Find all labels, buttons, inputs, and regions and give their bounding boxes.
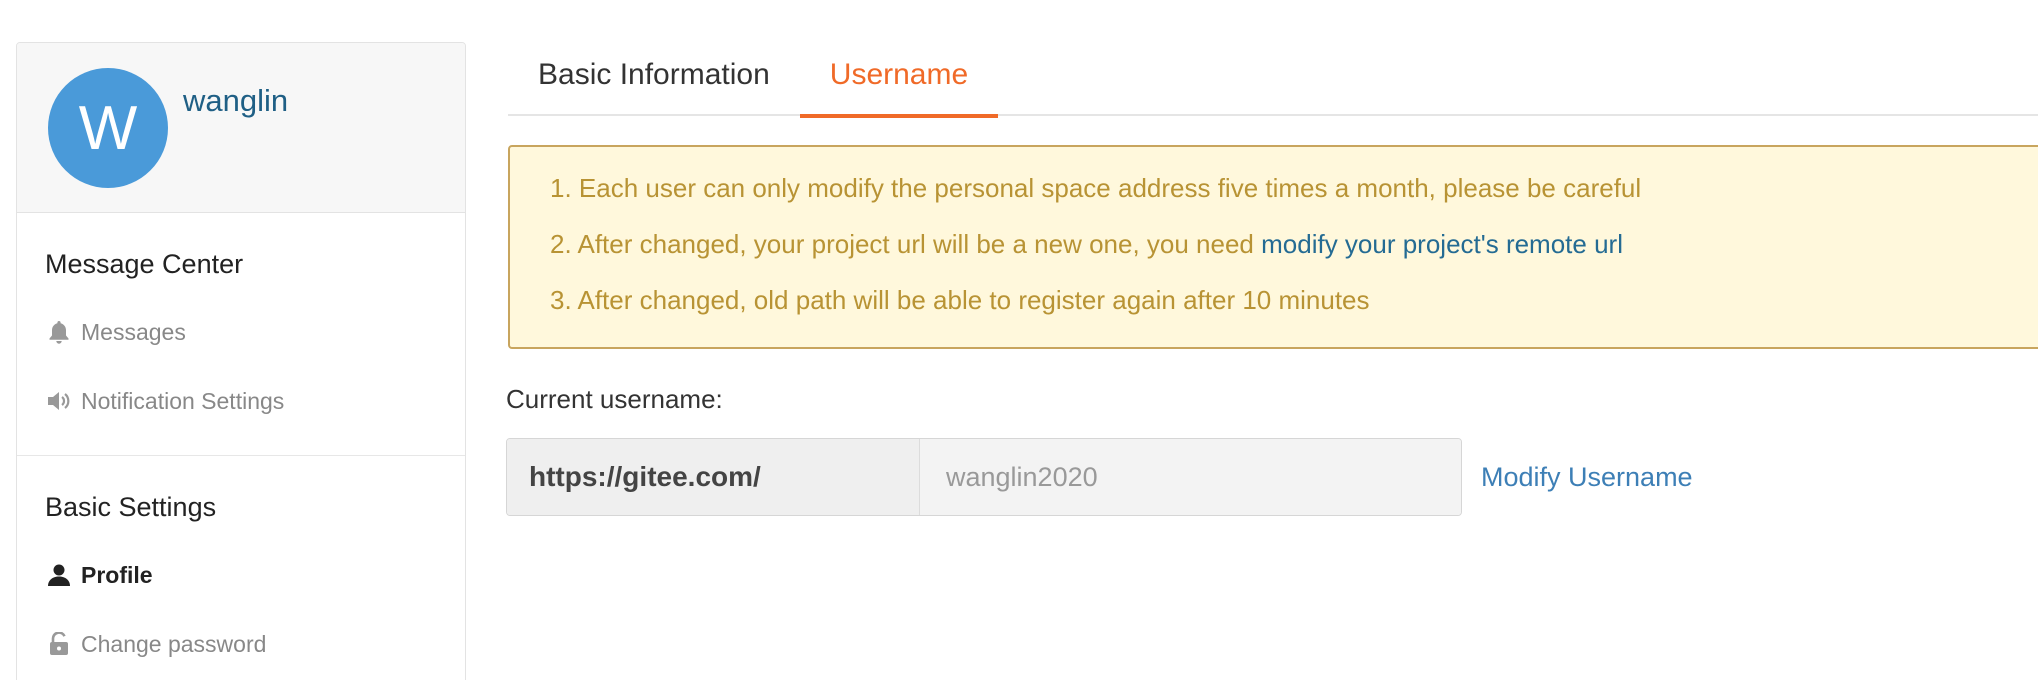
user-name-link[interactable]: wanglin	[183, 83, 288, 119]
speaker-icon	[45, 387, 73, 415]
url-prefix: https://gitee.com/	[507, 439, 919, 515]
basic-settings-section: Basic Settings Profile Change password	[17, 456, 465, 666]
sidebar-item-change-password[interactable]: Change password	[45, 622, 465, 666]
section-title-message-center: Message Center	[45, 248, 244, 279]
message-center-section: Message Center Messages Notification Set…	[17, 213, 465, 423]
user-icon	[45, 561, 73, 589]
sidebar-item-label: Messages	[81, 318, 186, 345]
username-input[interactable]	[919, 439, 1461, 515]
sidebar-item-label: Notification Settings	[81, 387, 285, 414]
sidebar-item-messages[interactable]: Messages	[45, 310, 465, 354]
avatar[interactable]: W	[48, 68, 168, 188]
notice-line-1: 1. Each user can only modify the persona…	[550, 173, 1642, 203]
username-input-group: https://gitee.com/	[506, 438, 1462, 516]
sidebar: W wanglin Message Center Messages Notifi…	[16, 42, 466, 680]
settings-tabs: Basic Information Username	[508, 40, 2038, 118]
sidebar-item-label: Change password	[81, 630, 267, 657]
sidebar-item-notification-settings[interactable]: Notification Settings	[45, 379, 465, 423]
sidebar-item-profile[interactable]: Profile	[45, 553, 465, 597]
current-username-label: Current username:	[506, 384, 723, 414]
notice-line-2-text: 2. After changed, your project url will …	[550, 229, 1262, 259]
tab-basic-information[interactable]: Basic Information	[508, 40, 800, 116]
modify-username-button[interactable]: Modify Username	[1481, 462, 1693, 493]
warning-notice: 1. Each user can only modify the persona…	[508, 145, 2038, 349]
remote-url-help-link[interactable]: modify your project's remote url	[1261, 229, 1623, 259]
bell-icon	[45, 318, 73, 346]
tab-username[interactable]: Username	[799, 40, 999, 118]
section-title-basic-settings: Basic Settings	[45, 491, 217, 522]
sidebar-item-label: Profile	[81, 561, 153, 588]
notice-line-2: 2. After changed, your project url will …	[550, 229, 2038, 285]
profile-header: W wanglin	[17, 43, 465, 213]
notice-line-3: 3. After changed, old path will be able …	[550, 285, 1370, 315]
unlock-icon	[45, 630, 73, 658]
